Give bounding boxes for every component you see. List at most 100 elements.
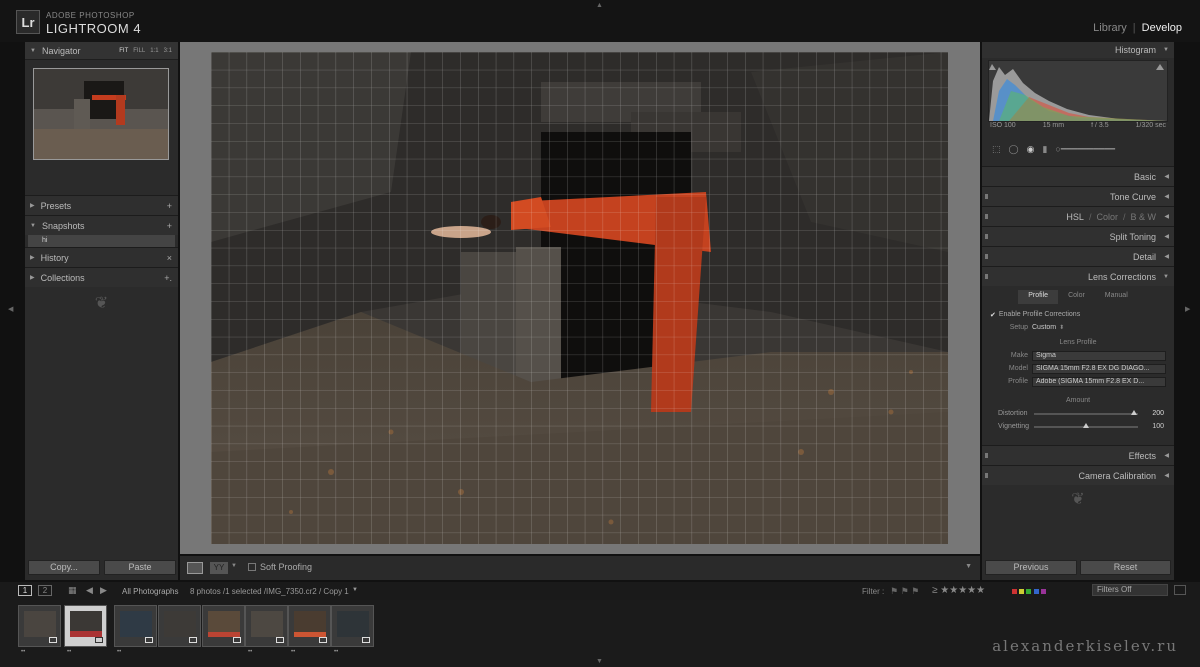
color-label[interactable]: Color xyxy=(1096,212,1118,222)
add-snapshot-icon[interactable]: + xyxy=(167,221,172,231)
thumbnail-dots: •• xyxy=(117,649,122,655)
navigator-header[interactable]: ▼ Navigator FIT FILL 1:1 3:1 xyxy=(25,42,178,60)
clear-history-icon[interactable]: × xyxy=(167,253,172,263)
zoom-fill[interactable]: FILL xyxy=(133,48,145,54)
source-dropdown-icon[interactable]: ▼ xyxy=(352,587,358,593)
module-library[interactable]: Library xyxy=(1093,22,1127,34)
collapse-top-icon[interactable]: ▲ xyxy=(596,2,603,9)
red-eye-icon[interactable]: ◉ xyxy=(1027,144,1035,155)
previous-button[interactable]: Previous xyxy=(985,560,1077,575)
camera-calibration-header[interactable]: Camera Calibration ◀ xyxy=(982,465,1174,485)
zoom-3-1[interactable]: 3:1 xyxy=(164,48,172,54)
crop-tool-icon[interactable]: ⬚ xyxy=(992,144,1001,155)
flag-filter-icon[interactable]: ⚑ ⚑ ⚑ xyxy=(890,586,919,597)
make-dropdown[interactable]: Sigma xyxy=(1032,350,1166,361)
filmstrip-thumbnail[interactable]: •• xyxy=(114,605,157,655)
lens-corrections-body: Profile Color Manual ✔ Enable Profile Co… xyxy=(982,290,1174,445)
filmstrip-thumbnail[interactable]: •• xyxy=(18,605,61,655)
filter-lock-icon[interactable] xyxy=(1174,585,1186,595)
toggle-switch-icon[interactable] xyxy=(985,473,988,478)
snapshot-item[interactable]: hi xyxy=(28,235,175,247)
main-photo[interactable] xyxy=(211,52,948,544)
filmstrip-thumbnail[interactable] xyxy=(202,605,245,647)
filmstrip-thumbnail-selected[interactable]: •• xyxy=(64,605,107,655)
loupe-view-icon[interactable] xyxy=(187,562,203,574)
tab-manual[interactable]: Manual xyxy=(1095,290,1138,304)
tone-curve-header[interactable]: Tone Curve ◀ xyxy=(982,186,1174,206)
profile-dropdown[interactable]: Adobe (SIGMA 15mm F2.8 EX D... xyxy=(1032,376,1166,387)
history-header[interactable]: ▶ History × xyxy=(25,247,178,267)
view-dropdown-icon[interactable]: ▼ xyxy=(231,563,237,569)
toggle-switch-icon[interactable] xyxy=(985,214,988,219)
add-collection-icon[interactable]: +. xyxy=(164,273,172,283)
toggle-switch-icon[interactable] xyxy=(985,274,988,279)
add-preset-icon[interactable]: + xyxy=(167,201,172,211)
snapshots-header[interactable]: ▼ Snapshots + xyxy=(25,215,178,235)
thumbnail-image xyxy=(337,611,369,637)
toggle-switch-icon[interactable] xyxy=(985,453,988,458)
presets-label: Presets xyxy=(40,200,72,211)
model-dropdown[interactable]: SIGMA 15mm F2.8 EX DG DIAGO... xyxy=(1032,363,1166,374)
tab-profile[interactable]: Profile xyxy=(1018,290,1059,304)
filter-preset-dropdown[interactable]: Filters Off xyxy=(1092,584,1168,596)
filmstrip-thumbnail[interactable]: •• xyxy=(288,605,331,655)
histogram-chart[interactable] xyxy=(988,60,1168,122)
main-window-button[interactable]: 1 xyxy=(18,585,32,596)
navigator-thumbnail[interactable] xyxy=(33,68,169,160)
reset-button[interactable]: Reset xyxy=(1080,560,1171,575)
spot-removal-icon[interactable]: ◯ xyxy=(1009,144,1019,155)
distortion-slider-knob[interactable] xyxy=(1130,410,1137,415)
toolbar-menu-icon[interactable]: ▼ xyxy=(965,563,972,570)
back-arrow-icon[interactable]: ◀ xyxy=(86,585,93,596)
toggle-switch-icon[interactable] xyxy=(985,234,988,239)
source-label[interactable]: All Photographs xyxy=(122,587,178,596)
paste-button[interactable]: Paste xyxy=(104,560,176,575)
vignetting-slider[interactable] xyxy=(1034,423,1138,428)
distortion-value[interactable]: 200 xyxy=(1152,410,1164,417)
hsl-header[interactable]: HSL / Color / B & W ◀ xyxy=(982,206,1174,226)
collapse-right-icon[interactable]: ▶ xyxy=(1185,305,1190,313)
filmstrip-status: 8 photos /1 selected /IMG_7350.cr2 / Cop… xyxy=(190,587,349,596)
collapse-left-icon[interactable]: ◀ xyxy=(8,305,13,313)
color-label-filter-icon[interactable] xyxy=(1012,587,1046,596)
collapse-bottom-icon[interactable]: ▼ xyxy=(596,658,603,665)
vignetting-slider-knob[interactable] xyxy=(1083,423,1089,428)
detail-header[interactable]: Detail ◀ xyxy=(982,246,1174,266)
zoom-fit[interactable]: FIT xyxy=(119,48,128,54)
checkmark-icon[interactable]: ✔ xyxy=(990,311,996,319)
soft-proofing-checkbox[interactable] xyxy=(248,563,256,571)
adjustment-brush-icon[interactable]: ○━━━━━━━━━━ xyxy=(1055,144,1115,155)
histogram-header[interactable]: Histogram ▼ xyxy=(982,42,1174,58)
exif-info: ISO 100 15 mm f / 3.5 1/320 sec xyxy=(988,122,1168,132)
filmstrip-thumbnail[interactable]: •• xyxy=(331,605,374,655)
filmstrip-thumbnail[interactable] xyxy=(158,605,201,647)
hsl-label[interactable]: HSL xyxy=(1066,212,1084,222)
basic-header[interactable]: Basic ◀ xyxy=(982,166,1174,186)
setup-dropdown[interactable]: Custom xyxy=(1032,324,1056,331)
enable-profile-row[interactable]: ✔ Enable Profile Corrections xyxy=(982,308,1174,321)
toggle-switch-icon[interactable] xyxy=(985,254,988,259)
presets-header[interactable]: ▶ Presets + xyxy=(25,195,178,215)
zoom-1-1[interactable]: 1:1 xyxy=(150,48,158,54)
second-window-button[interactable]: 2 xyxy=(38,585,52,596)
grid-view-icon[interactable]: ▦ xyxy=(68,585,77,596)
module-develop[interactable]: Develop xyxy=(1142,22,1182,34)
star-rating-filter-icon[interactable]: ≥ ★★★★★ xyxy=(932,585,985,596)
image-canvas[interactable] xyxy=(180,42,980,554)
before-after-view-icon[interactable]: YY xyxy=(210,562,228,574)
split-toning-header[interactable]: Split Toning ◀ xyxy=(982,226,1174,246)
lens-corrections-header[interactable]: Lens Corrections ▼ xyxy=(982,266,1174,286)
copy-button[interactable]: Copy... xyxy=(28,560,100,575)
filmstrip-thumbnail[interactable]: •• xyxy=(245,605,288,655)
distortion-slider[interactable] xyxy=(1034,410,1138,415)
effects-header[interactable]: Effects ◀ xyxy=(982,445,1174,465)
vignetting-value[interactable]: 100 xyxy=(1152,423,1164,430)
tab-color[interactable]: Color xyxy=(1058,290,1095,304)
toggle-switch-icon[interactable] xyxy=(985,194,988,199)
collections-header[interactable]: ▶ Collections +. xyxy=(25,267,178,287)
forward-arrow-icon[interactable]: ▶ xyxy=(100,585,107,596)
graduated-filter-icon[interactable]: ▮ xyxy=(1042,144,1047,155)
bw-label[interactable]: B & W xyxy=(1130,212,1156,222)
vignetting-row: Vignetting 100 xyxy=(982,420,1174,433)
edited-badge-icon xyxy=(49,637,57,643)
